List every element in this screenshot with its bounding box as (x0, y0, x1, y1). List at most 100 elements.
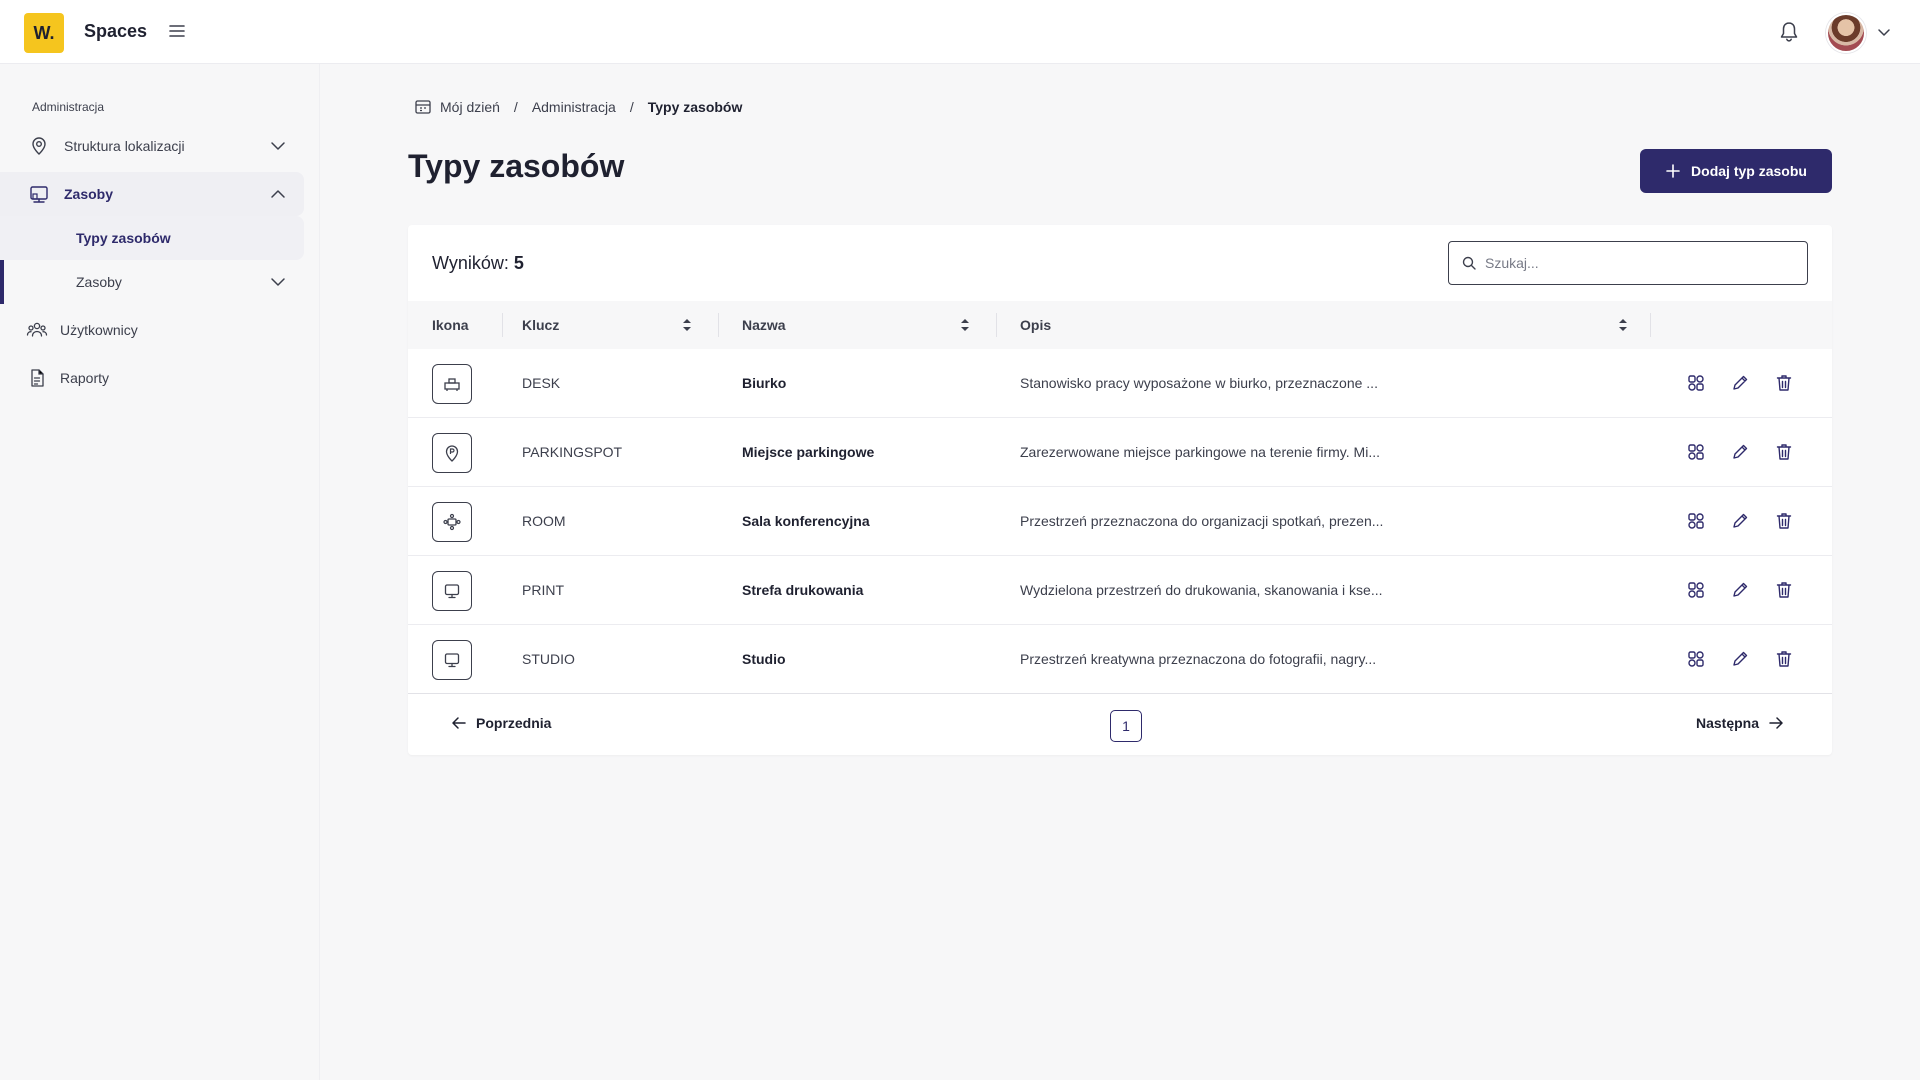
monitor-icon (444, 653, 460, 668)
arrow-right-icon (1769, 717, 1783, 729)
results-count: Wyników: 5 (432, 253, 524, 274)
column-divider (502, 313, 503, 337)
column-header-nazwa[interactable]: Nazwa (742, 301, 786, 349)
conference-room-icon (443, 513, 461, 531)
sort-icon[interactable] (960, 318, 970, 332)
search-input[interactable] (1485, 255, 1785, 271)
resource-icon-cell (432, 502, 472, 542)
next-page-button[interactable]: Następna (1696, 714, 1785, 732)
row-name: Studio (742, 651, 786, 667)
bell-icon[interactable] (1779, 21, 1799, 43)
column-divider (718, 313, 719, 337)
sidebar-item-zasoby[interactable]: Zasoby (0, 172, 304, 216)
sidebar-item-uzytkownicy[interactable]: Użytkownicy (0, 308, 304, 352)
next-page-label: Następna (1696, 715, 1760, 731)
table-row: ROOM Sala konferencyjna Przestrzeń przez… (408, 487, 1832, 556)
top-bar: W. Spaces (0, 0, 1920, 64)
edit-icon[interactable] (1730, 442, 1750, 462)
delete-icon[interactable] (1774, 511, 1794, 531)
add-resource-type-label: Dodaj typ zasobu (1691, 163, 1807, 179)
table-header: Ikona Klucz Nazwa Opis (408, 301, 1832, 349)
breadcrumb-link-administracja[interactable]: Administracja (532, 99, 616, 115)
row-key: PRINT (522, 582, 564, 598)
users-icon (26, 319, 48, 341)
sidebar-subitem-zasoby[interactable]: Zasoby (0, 260, 304, 304)
breadcrumb-separator: / (513, 99, 518, 115)
previous-page-label: Poprzednia (476, 715, 552, 731)
edit-icon[interactable] (1730, 580, 1750, 600)
delete-icon[interactable] (1774, 373, 1794, 393)
chevron-up-icon[interactable] (270, 186, 286, 202)
column-divider (1650, 313, 1651, 337)
chevron-down-icon[interactable] (270, 274, 286, 290)
breadcrumb-current: Typy zasobów (647, 99, 743, 115)
sidebar-item-label: Raporty (60, 370, 110, 386)
sidebar-item-label: Struktura lokalizacji (64, 138, 185, 154)
table-row: PARKINGSPOT Miejsce parkingowe Zarezerwo… (408, 418, 1832, 487)
monitor-icon (444, 584, 460, 599)
column-header-ikona: Ikona (432, 317, 469, 333)
delete-icon[interactable] (1774, 580, 1794, 600)
attributes-icon[interactable] (1686, 442, 1706, 462)
table-row: PRINT Strefa drukowania Wydzielona przes… (408, 556, 1832, 625)
edit-icon[interactable] (1730, 373, 1750, 393)
add-resource-type-button[interactable]: Dodaj typ zasobu (1640, 149, 1832, 193)
attributes-icon[interactable] (1686, 373, 1706, 393)
row-description: Przestrzeń kreatywna przeznaczona do fot… (1020, 651, 1377, 667)
location-pin-icon (28, 135, 50, 157)
sidebar-subitem-typy-zasobow[interactable]: Typy zasobów (0, 216, 304, 260)
previous-page-button[interactable]: Poprzednia (450, 714, 551, 732)
desk-icon (444, 378, 460, 391)
sidebar-item-raporty[interactable]: Raporty (0, 356, 304, 400)
results-label: Wyników: (432, 253, 509, 273)
sidebar-item-label: Zasoby (64, 186, 114, 202)
breadcrumb-link-moj-dzien[interactable]: Mój dzień (440, 99, 500, 115)
table-row: DESK Biurko Stanowisko pracy wyposażone … (408, 349, 1832, 418)
arrow-left-icon (452, 717, 466, 729)
attributes-icon[interactable] (1686, 580, 1706, 600)
sidebar: Administracja Struktura lokalizacji Zaso… (0, 64, 320, 1080)
search-icon (1462, 256, 1476, 270)
user-avatar[interactable] (1826, 13, 1866, 53)
row-name: Strefa drukowania (742, 582, 864, 598)
row-key: ROOM (522, 513, 566, 529)
app-logo[interactable]: W. (24, 13, 64, 53)
breadcrumb-separator: / (629, 99, 634, 115)
attributes-icon[interactable] (1686, 649, 1706, 669)
delete-icon[interactable] (1774, 649, 1794, 669)
hamburger-icon[interactable] (168, 22, 186, 40)
sidebar-item-struktura-lokalizacji[interactable]: Struktura lokalizacji (0, 124, 304, 168)
column-header-opis[interactable]: Opis (1020, 301, 1051, 349)
row-name: Sala konferencyjna (742, 513, 870, 529)
resource-icon-cell (432, 433, 472, 473)
breadcrumb: Mój dzień / Administracja / Typy zasobów (414, 98, 742, 116)
edit-icon[interactable] (1730, 511, 1750, 531)
sort-icon[interactable] (1618, 318, 1628, 332)
pagination: Poprzednia 1 Następna (408, 693, 1832, 755)
column-divider (996, 313, 997, 337)
report-icon (26, 367, 48, 389)
sidebar-section-title: Administracja (32, 100, 105, 114)
delete-icon[interactable] (1774, 442, 1794, 462)
chevron-down-icon[interactable] (270, 138, 286, 154)
parking-pin-icon (445, 445, 459, 462)
column-header-klucz[interactable]: Klucz (522, 301, 559, 349)
chevron-down-icon[interactable] (1877, 27, 1891, 37)
row-key: DESK (522, 375, 561, 391)
resource-icon-cell (432, 571, 472, 611)
table-row: STUDIO Studio Przestrzeń kreatywna przez… (408, 625, 1832, 694)
resource-types-card: Wyników: 5 Ikona Klucz Nazwa Opis DESK B… (408, 225, 1832, 755)
edit-icon[interactable] (1730, 649, 1750, 669)
calendar-grid-icon (415, 100, 431, 114)
row-description: Przestrzeń przeznaczona do organizacji s… (1020, 513, 1384, 529)
row-key: STUDIO (522, 651, 575, 667)
page-title: Typy zasobów (408, 148, 625, 184)
sort-icon[interactable] (682, 318, 692, 332)
attributes-icon[interactable] (1686, 511, 1706, 531)
search-box[interactable] (1448, 241, 1808, 285)
row-description: Zarezerwowane miejsce parkingowe na tere… (1020, 444, 1380, 460)
row-name: Biurko (742, 375, 787, 391)
row-description: Stanowisko pracy wyposażone w biurko, pr… (1020, 375, 1378, 391)
plus-icon (1666, 164, 1680, 178)
page-number-button[interactable]: 1 (1110, 710, 1142, 742)
